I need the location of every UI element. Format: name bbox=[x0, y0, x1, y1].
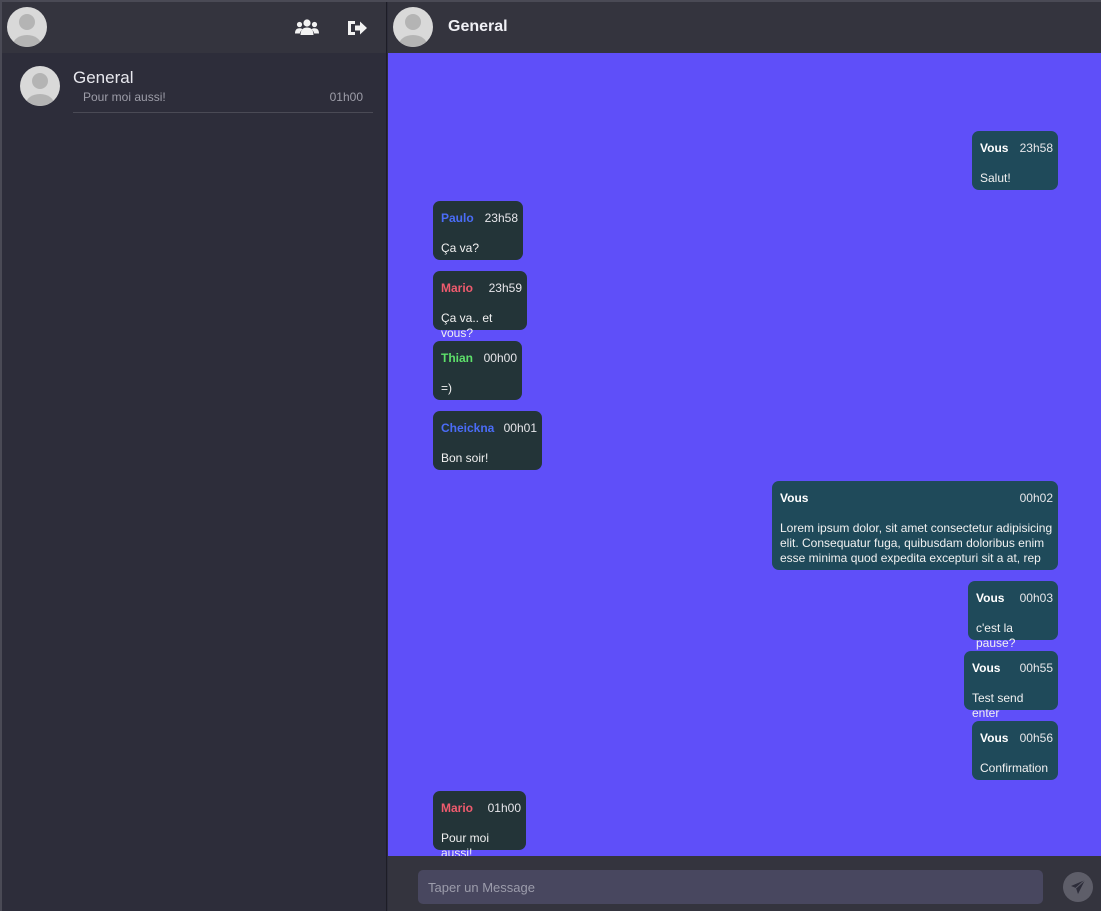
sidebar: General Pour moi aussi! 01h00 bbox=[0, 2, 387, 911]
chat-header: General bbox=[388, 2, 1101, 53]
message-bubble: Mario 23h59 Ça va.. et vous? bbox=[433, 271, 527, 340]
message-bubble: Vous 00h55 Test send enter bbox=[964, 651, 1058, 720]
message-text: Bon soir! bbox=[441, 451, 489, 465]
message-time: 23h59 bbox=[488, 281, 522, 295]
user-avatar[interactable] bbox=[7, 7, 47, 47]
message-time: 00h55 bbox=[1019, 661, 1053, 675]
message-author: Vous bbox=[980, 731, 1009, 745]
chat-avatar[interactable] bbox=[393, 7, 433, 47]
conversation-avatar bbox=[20, 66, 60, 106]
divider bbox=[73, 112, 373, 113]
message-time: 23h58 bbox=[1019, 141, 1053, 155]
users-icon[interactable] bbox=[295, 16, 319, 40]
message-time: 00h03 bbox=[1019, 591, 1053, 605]
message-author: Vous bbox=[980, 141, 1009, 155]
message-author: Mario bbox=[441, 281, 474, 295]
conversation-time: 01h00 bbox=[329, 90, 363, 104]
conversation-last-message: Pour moi aussi! bbox=[83, 90, 166, 104]
message-list[interactable]: Vous 23h58 Salut! Paulo 23h58 Ça va? Mario 23h5… bbox=[388, 53, 1101, 860]
send-icon bbox=[1071, 879, 1086, 894]
message-text: Ça va.. et vous? bbox=[441, 311, 493, 340]
message-author: Cheickna bbox=[441, 421, 495, 435]
message-author: Vous bbox=[976, 591, 1005, 605]
message-bubble: Vous 00h56 Confirmation bbox=[972, 721, 1058, 780]
composer bbox=[388, 856, 1101, 911]
message-author: Vous bbox=[780, 491, 809, 505]
message-text: Salut! bbox=[980, 171, 1011, 185]
message-bubble: Vous 23h58 Salut! bbox=[972, 131, 1058, 190]
message-text: Lorem ipsum dolor, sit amet consectetur … bbox=[780, 521, 1053, 565]
message-bubble: Mario 01h00 Pour moi aussi! bbox=[433, 791, 526, 860]
message-time: 00h02 bbox=[1019, 491, 1053, 505]
message-text: c'est la pause? bbox=[976, 621, 1016, 650]
chat-title: General bbox=[448, 18, 508, 35]
message-text: Ça va? bbox=[441, 241, 480, 255]
chat-app: General Pour moi aussi! 01h00 General Vo… bbox=[0, 0, 1101, 911]
message-input[interactable] bbox=[418, 870, 1043, 904]
message-bubble: Vous 00h02 Lorem ipsum dolor, sit amet con… bbox=[772, 481, 1058, 570]
message-bubble: Thian 00h00 =) bbox=[433, 341, 522, 400]
message-author: Vous bbox=[972, 661, 1001, 675]
message-bubble: Vous 00h03 c'est la pause? bbox=[968, 581, 1058, 650]
send-button[interactable] bbox=[1063, 872, 1093, 902]
chat-panel: General Vous 23h58 Salut! Paulo 23h58 Ça va? M… bbox=[388, 2, 1101, 911]
message-time: 00h01 bbox=[503, 421, 537, 435]
message-author: Paulo bbox=[441, 211, 474, 225]
conversation-name: General bbox=[73, 68, 134, 87]
message-time: 00h00 bbox=[483, 351, 517, 365]
message-time: 01h00 bbox=[487, 801, 521, 815]
message-text: =) bbox=[441, 381, 453, 395]
message-text: Test send enter bbox=[972, 691, 1024, 720]
conversation-item-general[interactable]: General Pour moi aussi! 01h00 bbox=[2, 53, 387, 117]
message-bubble: Cheickna 00h01 Bon soir! bbox=[433, 411, 542, 470]
logout-icon[interactable] bbox=[345, 16, 369, 40]
message-time: 23h58 bbox=[484, 211, 518, 225]
sidebar-header bbox=[2, 2, 386, 53]
message-author: Mario bbox=[441, 801, 474, 815]
message-author: Thian bbox=[441, 351, 473, 365]
message-time: 00h56 bbox=[1019, 731, 1053, 745]
message-bubble: Paulo 23h58 Ça va? bbox=[433, 201, 523, 260]
message-text: Confirmation bbox=[980, 761, 1049, 775]
